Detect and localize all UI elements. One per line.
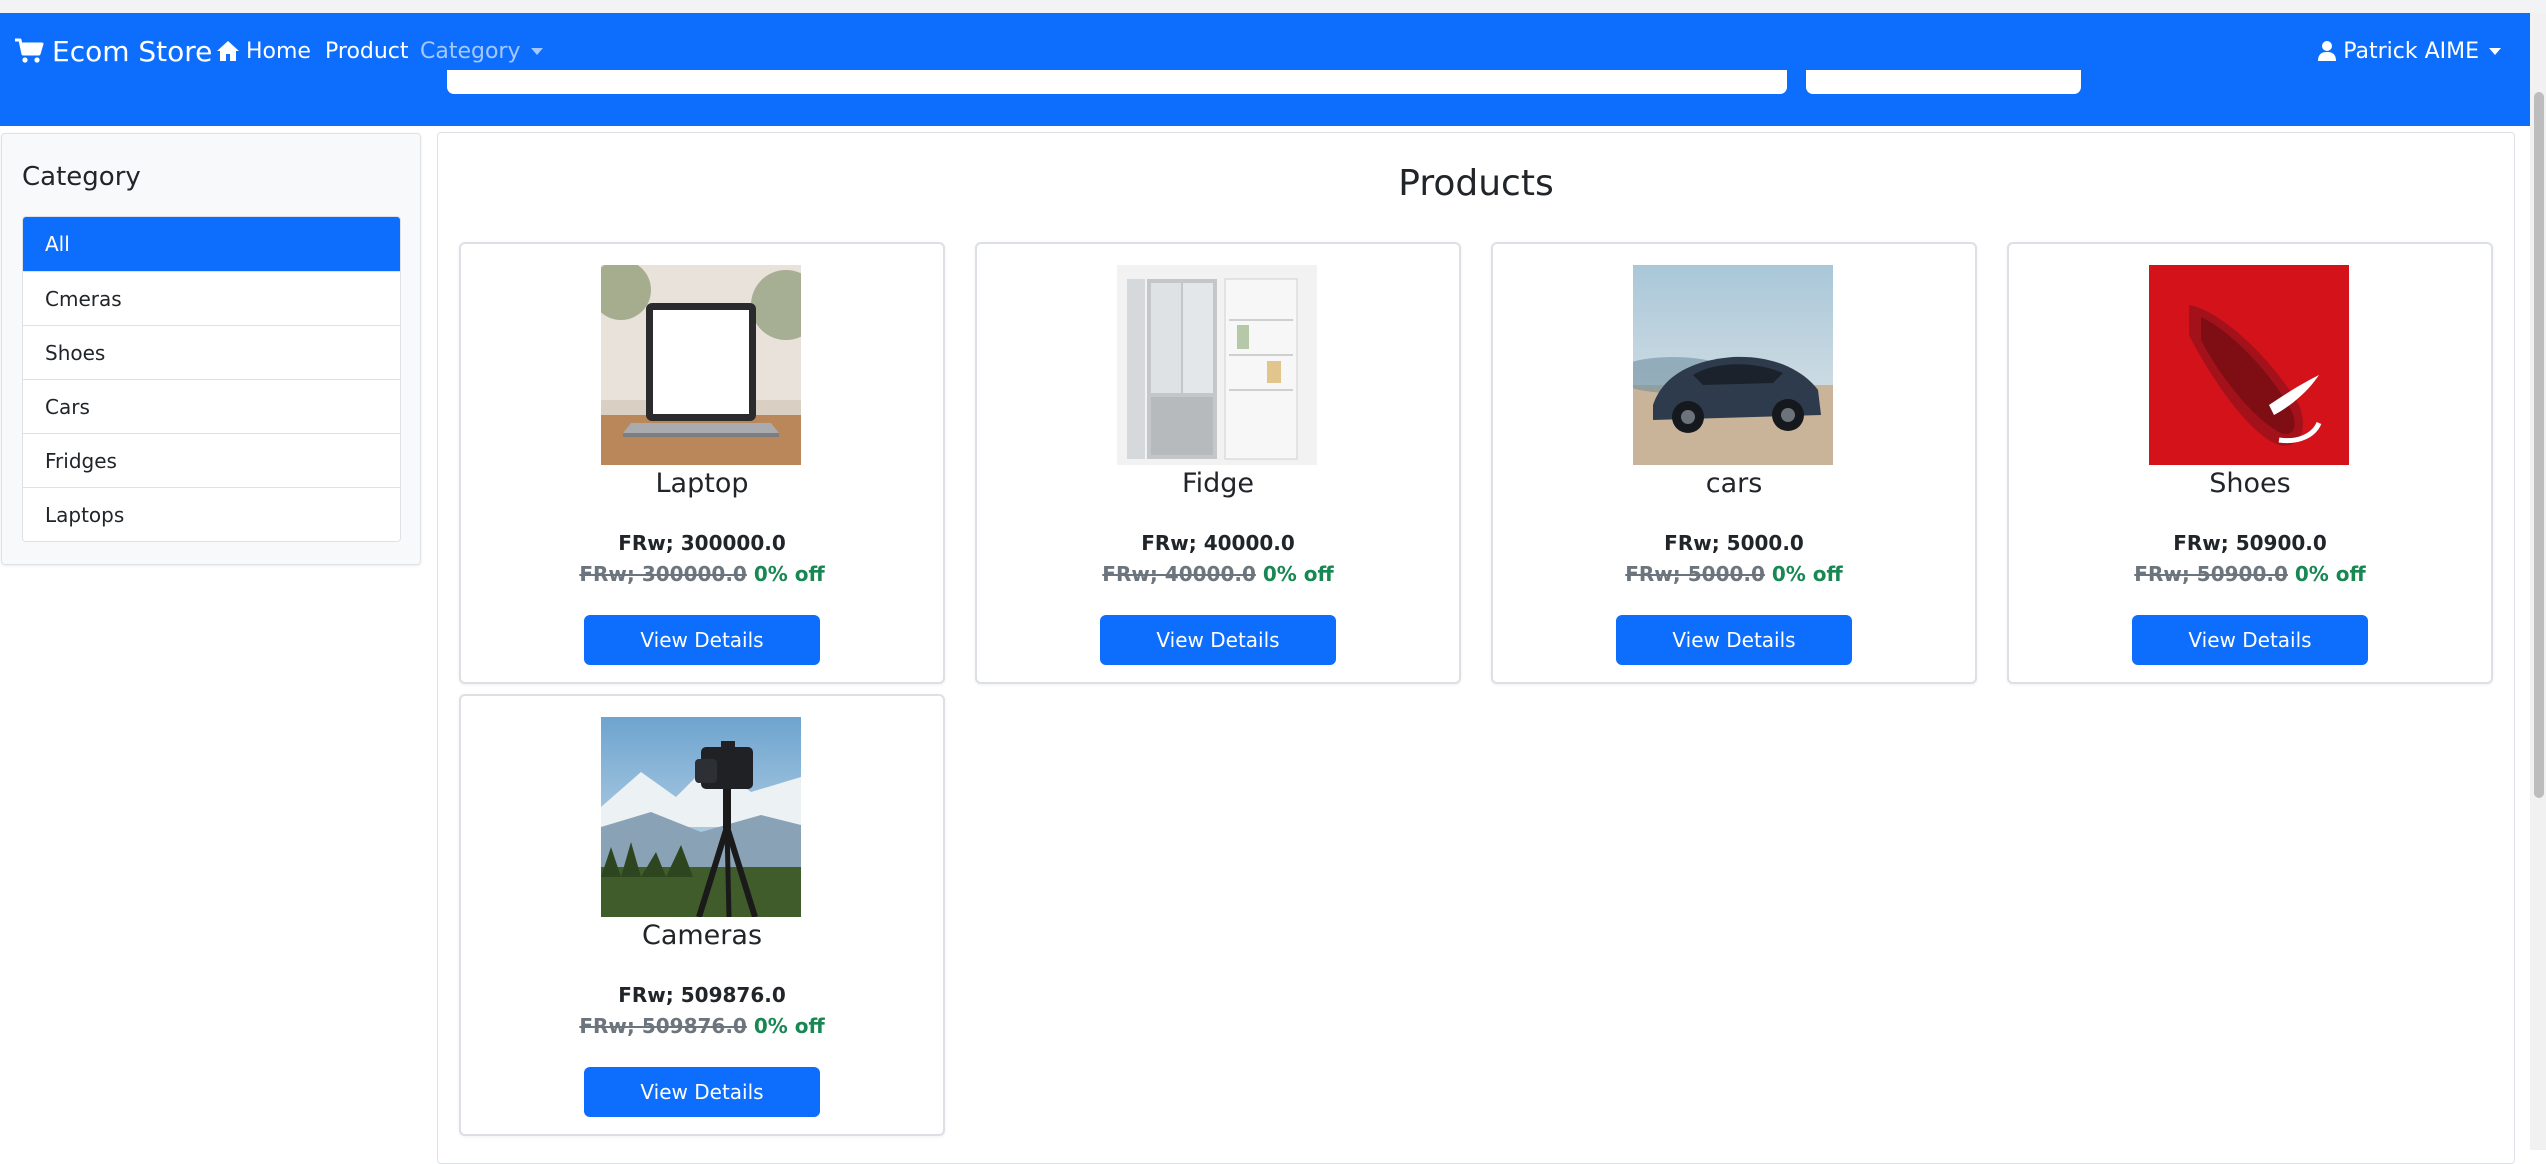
product-card: Shoes FRw; 50900.0 FRw; 50900.0 0% off V… [2007, 242, 2493, 684]
products-panel: Products Laptop FRw; 300000.0 FRw; 30000… [437, 132, 2515, 1164]
brand-label: Ecom Store [52, 34, 213, 68]
nav-home[interactable]: Home [216, 31, 311, 71]
chevron-down-icon [2489, 47, 2501, 55]
chevron-down-icon [530, 47, 543, 55]
search-button[interactable] [1806, 70, 2081, 94]
product-discount: 0% off [2294, 562, 2366, 586]
product-old-price: FRw; 40000.0 [1102, 562, 1256, 586]
view-details-button[interactable]: View Details [1100, 615, 1336, 665]
user-name: Patrick AIME [2343, 38, 2479, 64]
search-input[interactable] [447, 70, 1787, 94]
view-details-button[interactable]: View Details [584, 1067, 820, 1117]
product-price: FRw; 509876.0 [618, 983, 786, 1007]
nav-product[interactable]: Product [325, 31, 409, 71]
product-image-camera[interactable] [601, 717, 801, 917]
category-item-all[interactable]: All [23, 217, 400, 271]
product-price-line: FRw; 300000.0 0% off [461, 562, 943, 586]
category-item-cameras[interactable]: Cmeras [23, 271, 400, 325]
product-old-price: FRw; 50900.0 [2134, 562, 2288, 586]
view-details-button[interactable]: View Details [1616, 615, 1852, 665]
product-price-line: FRw; 5000.0 0% off [1493, 562, 1975, 586]
product-name: Fidge [1182, 468, 1254, 499]
product-card: Fidge FRw; 40000.0 FRw; 40000.0 0% off V… [975, 242, 1461, 684]
category-item-laptops[interactable]: Laptops [23, 487, 400, 541]
user-icon [2318, 41, 2337, 61]
product-old-price: FRw; 509876.0 [579, 1014, 747, 1038]
product-card: cars FRw; 5000.0 FRw; 5000.0 0% off View… [1491, 242, 1977, 684]
category-sidebar: Category All Cmeras Shoes Cars Fridges L… [1, 133, 421, 565]
user-menu[interactable]: Patrick AIME [2317, 31, 2501, 71]
view-details-button[interactable]: View Details [584, 615, 820, 665]
product-price-line: FRw; 509876.0 0% off [461, 1014, 943, 1038]
category-list: All Cmeras Shoes Cars Fridges Laptops [22, 216, 401, 542]
product-price: FRw; 40000.0 [1141, 531, 1295, 555]
product-price-line: FRw; 50900.0 0% off [2009, 562, 2491, 586]
view-details-button[interactable]: View Details [2132, 615, 2368, 665]
product-old-price: FRw; 300000.0 [579, 562, 747, 586]
product-name: Shoes [2209, 468, 2291, 499]
product-card: Laptop FRw; 300000.0 FRw; 300000.0 0% of… [459, 242, 945, 684]
sidebar-title: Category [22, 162, 141, 192]
product-discount: 0% off [1771, 562, 1843, 586]
nav-product-label: Product [325, 38, 409, 64]
nav-home-label: Home [246, 38, 311, 64]
product-price: FRw; 50900.0 [2173, 531, 2327, 555]
product-card: Cameras FRw; 509876.0 FRw; 509876.0 0% o… [459, 694, 945, 1136]
product-discount: 0% off [753, 1014, 825, 1038]
product-price-line: FRw; 40000.0 0% off [977, 562, 1459, 586]
product-name: Laptop [655, 468, 749, 499]
product-discount: 0% off [1262, 562, 1334, 586]
category-item-fridges[interactable]: Fridges [23, 433, 400, 487]
category-item-cars[interactable]: Cars [23, 379, 400, 433]
home-icon [217, 41, 239, 61]
product-discount: 0% off [753, 562, 825, 586]
product-image-laptop[interactable] [601, 265, 801, 465]
browser-top-strip [0, 0, 2546, 13]
product-image-shoe[interactable] [2149, 265, 2349, 465]
nav-category-label: Category [420, 38, 521, 64]
product-image-car[interactable] [1633, 265, 1833, 465]
product-name: cars [1705, 468, 1763, 499]
category-item-shoes[interactable]: Shoes [23, 325, 400, 379]
brand-link[interactable]: Ecom Store [14, 31, 212, 71]
product-price: FRw; 300000.0 [618, 531, 786, 555]
product-old-price: FRw; 5000.0 [1625, 562, 1765, 586]
product-price: FRw; 5000.0 [1664, 531, 1804, 555]
scrollbar-thumb[interactable] [2534, 92, 2544, 798]
cart-icon [15, 38, 44, 63]
page-title: Products [1398, 163, 1554, 204]
product-image-fridge[interactable] [1117, 265, 1317, 465]
nav-category-dropdown[interactable]: Category [420, 31, 543, 71]
product-name: Cameras [641, 920, 763, 951]
